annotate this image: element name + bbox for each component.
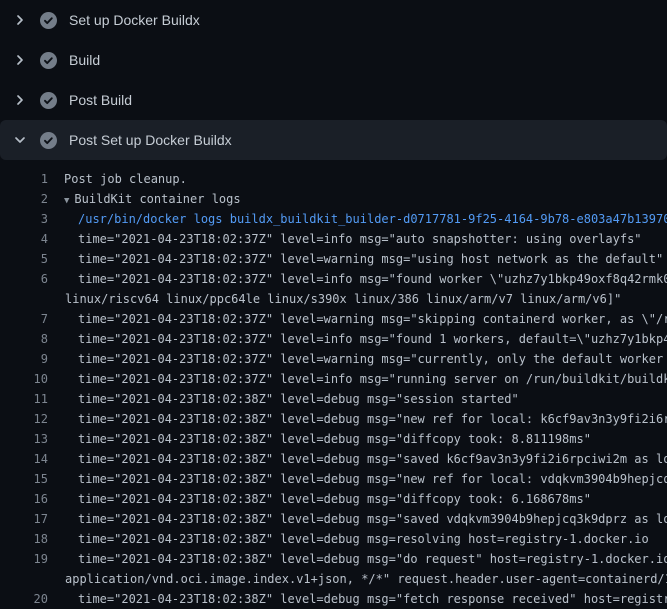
check-circle-icon [40,132,57,149]
line-number-link[interactable]: 1 [0,169,48,189]
log-line: 10 time="2021-04-23T18:02:37Z" level=inf… [0,369,667,389]
command-line-text: /usr/bin/docker logs buildx_buildkit_bui… [78,209,667,229]
collapse-triangle-icon: ▼ [64,191,69,209]
log-line-text: time="2021-04-23T18:02:38Z" level=debug … [78,469,667,489]
log-line-text: time="2021-04-23T18:02:37Z" level=warnin… [78,349,667,369]
log-line: 19 time="2021-04-23T18:02:38Z" level=deb… [0,549,667,569]
line-number-link[interactable]: 19 [0,549,48,569]
line-number-link[interactable]: 14 [0,449,48,469]
log-area: 1 Post job cleanup. 2 ▼ BuildKit containe… [0,160,667,609]
log-line-text: time="2021-04-23T18:02:37Z" level=info m… [78,269,667,289]
log-line: linux/riscv64 linux/ppc64le linux/s390x … [0,289,667,309]
log-line-text: linux/riscv64 linux/ppc64le linux/s390x … [65,289,621,309]
log-line-text: Post job cleanup. [64,169,187,189]
log-line: 7 time="2021-04-23T18:02:37Z" level=warn… [0,309,667,329]
log-line-text: time="2021-04-23T18:02:37Z" level=info m… [78,229,642,249]
steps-list: Set up Docker Buildx Build Post Buil [0,0,667,160]
log-line: 8 time="2021-04-23T18:02:37Z" level=info… [0,329,667,349]
log-line: 13 time="2021-04-23T18:02:38Z" level=deb… [0,429,667,449]
log-line: 20 time="2021-04-23T18:02:38Z" level=deb… [0,589,667,609]
chevron-down-icon [12,132,28,148]
log-line: 16 time="2021-04-23T18:02:38Z" level=deb… [0,489,667,509]
line-number-link[interactable]: 17 [0,509,48,529]
line-number-link[interactable]: 2 [0,189,48,209]
step-row-post-set-up-docker-buildx[interactable]: Post Set up Docker Buildx [0,120,667,160]
line-number-link[interactable]: 6 [0,269,48,289]
check-circle-icon [40,92,57,109]
log-line: 17 time="2021-04-23T18:02:38Z" level=deb… [0,509,667,529]
line-number-link[interactable]: 11 [0,389,48,409]
log-line: 18 time="2021-04-23T18:02:38Z" level=deb… [0,529,667,549]
log-line: application/vnd.oci.image.index.v1+json,… [0,569,667,589]
log-line-text: time="2021-04-23T18:02:37Z" level=warnin… [78,309,667,329]
chevron-right-icon [12,52,28,68]
log-line-text: time="2021-04-23T18:02:38Z" level=debug … [78,389,519,409]
log-line-text: time="2021-04-23T18:02:38Z" level=debug … [78,429,591,449]
step-row-build[interactable]: Build [0,40,667,80]
log-line-text: time="2021-04-23T18:02:38Z" level=debug … [78,449,667,469]
log-line: 2 ▼ BuildKit container logs [0,189,667,209]
line-number-link[interactable]: 5 [0,249,48,269]
line-number-link[interactable]: 15 [0,469,48,489]
line-number-link[interactable]: 16 [0,489,48,509]
log-line: 5 time="2021-04-23T18:02:37Z" level=warn… [0,249,667,269]
log-group-toggle[interactable]: BuildKit container logs [74,189,240,209]
chevron-right-icon [12,92,28,108]
log-line-text: time="2021-04-23T18:02:38Z" level=debug … [78,529,649,549]
line-number-link[interactable]: 20 [0,589,48,609]
log-line: 4 time="2021-04-23T18:02:37Z" level=info… [0,229,667,249]
log-line-text: time="2021-04-23T18:02:37Z" level=warnin… [78,249,663,269]
step-label: Set up Docker Buildx [69,12,200,28]
log-line-text: time="2021-04-23T18:02:38Z" level=debug … [78,509,667,529]
log-line-text: time="2021-04-23T18:02:38Z" level=debug … [78,589,667,609]
step-label: Build [69,52,100,68]
log-line-text: time="2021-04-23T18:02:38Z" level=debug … [78,489,591,509]
log-line: 9 time="2021-04-23T18:02:37Z" level=warn… [0,349,667,369]
step-label: Post Build [69,92,132,108]
log-line-text: application/vnd.oci.image.index.v1+json,… [65,569,667,589]
check-circle-icon [40,52,57,69]
line-number-link[interactable]: 13 [0,429,48,449]
line-number-link[interactable]: 12 [0,409,48,429]
log-line-text: time="2021-04-23T18:02:37Z" level=info m… [78,329,667,349]
line-number-link[interactable]: 3 [0,209,48,229]
log-line: 3 /usr/bin/docker logs buildx_buildkit_b… [0,209,667,229]
log-line: 6 time="2021-04-23T18:02:37Z" level=info… [0,269,667,289]
step-label: Post Set up Docker Buildx [69,132,232,148]
line-number-link[interactable]: 9 [0,349,48,369]
log-line: 1 Post job cleanup. [0,169,667,189]
log-line: 15 time="2021-04-23T18:02:38Z" level=deb… [0,469,667,489]
chevron-right-icon [12,12,28,28]
log-line: 14 time="2021-04-23T18:02:38Z" level=deb… [0,449,667,469]
log-line-text: time="2021-04-23T18:02:38Z" level=debug … [78,549,667,569]
log-line: 12 time="2021-04-23T18:02:38Z" level=deb… [0,409,667,429]
log-line-text: time="2021-04-23T18:02:37Z" level=info m… [78,369,667,389]
log-line-text: time="2021-04-23T18:02:38Z" level=debug … [78,409,667,429]
line-number-link[interactable]: 4 [0,229,48,249]
line-number-link[interactable]: 18 [0,529,48,549]
step-row-set-up-docker-buildx[interactable]: Set up Docker Buildx [0,0,667,40]
step-row-post-build[interactable]: Post Build [0,80,667,120]
line-number-link[interactable]: 10 [0,369,48,389]
line-number-link[interactable]: 7 [0,309,48,329]
line-number-link[interactable]: 8 [0,329,48,349]
log-line: 11 time="2021-04-23T18:02:38Z" level=deb… [0,389,667,409]
check-circle-icon [40,12,57,29]
